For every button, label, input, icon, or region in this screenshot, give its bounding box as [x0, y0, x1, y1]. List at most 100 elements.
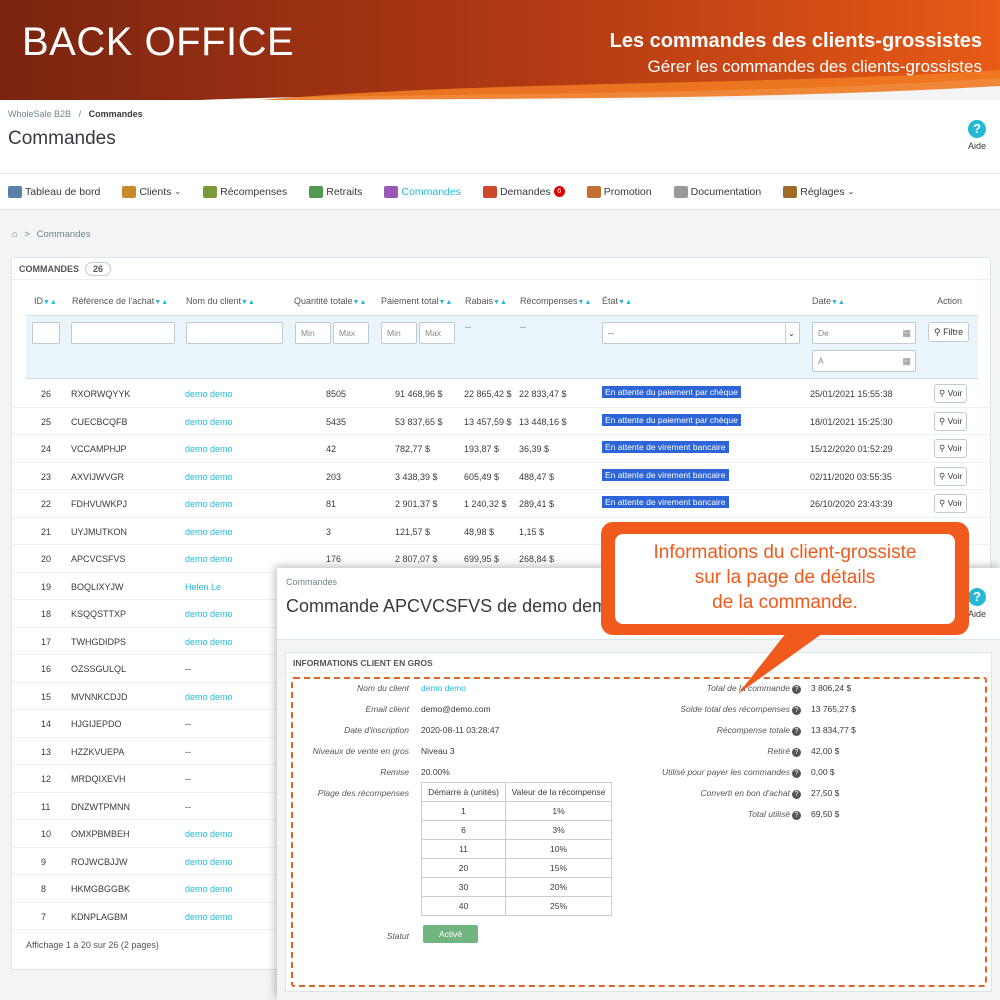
help-button[interactable]: ? Aide [964, 120, 990, 151]
sort-icon[interactable]: ▼▲ [241, 299, 255, 306]
filter-ref-input[interactable] [71, 322, 175, 344]
reward-table-cell: 30 [421, 877, 506, 897]
sort-icon[interactable]: ▼▲ [493, 299, 507, 306]
cell-client[interactable]: demo demo [185, 472, 233, 482]
info-label: Niveaux de vente en gros [312, 746, 409, 756]
filter-date-from[interactable]: De ▦ [812, 322, 916, 344]
detail-body: INFORMATIONS CLIENT EN GROS Nom du clien… [277, 640, 1000, 1000]
promo-banner: BACK OFFICE Les commandes des clients-gr… [0, 0, 1000, 100]
cell-client[interactable]: demo demo [185, 554, 233, 564]
column-header[interactable]: Quantité totale▼▲ [294, 296, 366, 306]
nav-item-7[interactable]: Documentation [673, 185, 761, 198]
cell-qty: 203 [326, 471, 342, 482]
sort-icon[interactable]: ▼▲ [43, 299, 57, 306]
filter-qty-min[interactable]: Min [295, 322, 331, 344]
cell-total: 91 468,96 $ [395, 389, 443, 399]
cell-client[interactable]: demo demo [185, 912, 233, 922]
cell-total: 121,57 $ [395, 526, 431, 537]
filter-id-input[interactable] [32, 322, 60, 344]
cell-recomp: 268,84 $ [519, 554, 555, 564]
cart-icon [384, 185, 399, 198]
column-header[interactable]: Référence de l'achat▼▲ [72, 296, 168, 306]
card-title: INFORMATIONS CLIENT EN GROS [286, 653, 991, 673]
detail-breadcrumb[interactable]: Commandes [286, 577, 337, 587]
cell-client[interactable]: demo demo [185, 499, 233, 509]
question-icon[interactable]: ? [792, 706, 801, 715]
cell-client[interactable]: demo demo [185, 444, 233, 454]
cell-id: 9 [41, 856, 47, 867]
cell-ref: KDNPLAGBM [71, 911, 128, 922]
question-icon[interactable]: ? [792, 790, 801, 799]
cell-client[interactable]: demo demo [185, 857, 233, 867]
banner-title: BACK OFFICE [22, 20, 295, 64]
nav-item-3[interactable]: Retraits [309, 185, 362, 198]
nav-item-0[interactable]: Tableau de bord [8, 185, 100, 198]
status-badge[interactable]: Activé [423, 925, 479, 943]
filter-client-input[interactable] [186, 322, 283, 344]
cell-id: 12 [41, 774, 52, 784]
calendar-icon: ▦ [902, 328, 911, 338]
cell-client[interactable]: demo demo [185, 884, 233, 894]
question-icon[interactable]: ? [792, 685, 801, 694]
column-header[interactable]: Récompenses▼▲ [520, 296, 591, 306]
sort-icon[interactable]: ▼▲ [353, 299, 367, 306]
cell-ref: MVNNKCDJD [71, 691, 128, 702]
sort-icon[interactable]: ▼▲ [578, 299, 592, 306]
filter-qty-max[interactable]: Max [333, 322, 369, 344]
sort-icon[interactable]: ▼▲ [831, 299, 845, 306]
view-button[interactable]: ⚲ Voir [934, 466, 968, 486]
cell-recomp: 289,41 $ [519, 499, 555, 509]
nav-item-4[interactable]: Commandes [384, 185, 461, 198]
filter-button[interactable]: ⚲ Filtre [928, 322, 970, 342]
cell-client[interactable]: demo demo [185, 609, 233, 619]
nav-label: Demandes [499, 185, 551, 198]
cell-client[interactable]: demo demo [185, 417, 233, 427]
sort-icon[interactable]: ▼▲ [618, 299, 632, 306]
reward-table-cell: 40 [421, 896, 506, 916]
view-button-label: Voir [947, 443, 963, 453]
column-header[interactable]: État▼▲ [602, 296, 632, 306]
view-button[interactable]: ⚲ Voir [934, 411, 968, 431]
filter-total-max[interactable]: Max [419, 322, 455, 344]
sort-icon[interactable]: ▼▲ [439, 299, 453, 306]
nav-item-2[interactable]: Récompenses [203, 185, 287, 198]
reward-table-cell: 25% [505, 896, 612, 916]
question-icon[interactable]: ? [792, 811, 801, 820]
filter-date-to[interactable]: À ▦ [812, 350, 916, 372]
nav-item-8[interactable]: Réglages ⌄ [783, 185, 854, 198]
view-button[interactable]: ⚲ Voir [934, 439, 968, 458]
column-header[interactable]: Paiement total▼▲ [381, 296, 452, 306]
chevron-down-icon: ⌄ [785, 324, 797, 344]
module-nav: Tableau de bord Clients ⌄ Récompenses Retrai… [0, 174, 1000, 210]
view-button-label: Voir [947, 388, 963, 398]
column-header[interactable]: Nom du client▼▲ [186, 296, 255, 306]
nav-item-5[interactable]: Demandes 6 [482, 185, 565, 198]
nav-item-1[interactable]: Clients ⌄ [122, 185, 181, 198]
cell-client[interactable]: Helen Le [185, 582, 221, 592]
cell-client[interactable]: demo demo [185, 389, 233, 399]
question-icon[interactable]: ? [792, 769, 801, 778]
filter-state-select[interactable]: -- ⌄ [602, 322, 800, 344]
breadcrumb-root[interactable]: WholeSale B2B [8, 109, 71, 119]
cell-client[interactable]: demo demo [185, 829, 233, 839]
column-header[interactable]: ID▼▲ [34, 296, 57, 306]
cell-client[interactable]: demo demo [185, 692, 233, 702]
view-button[interactable]: ⚲ Voir [934, 494, 968, 513]
cell-client[interactable]: demo demo [185, 637, 233, 647]
cell-id: 11 [41, 801, 51, 812]
column-header[interactable]: Rabais▼▲ [465, 296, 507, 306]
sort-icon[interactable]: ▼▲ [154, 299, 168, 306]
column-header[interactable]: Date▼▲ [812, 296, 845, 306]
column-header-label: Nom du client [186, 296, 242, 306]
cell-client[interactable]: demo demo [185, 527, 233, 537]
question-icon[interactable]: ? [792, 727, 801, 736]
nav-item-6[interactable]: Promotion [586, 185, 652, 198]
info-value[interactable]: demo demo [421, 683, 466, 693]
filter-total-min[interactable]: Min [381, 322, 417, 344]
question-icon[interactable]: ? [792, 748, 801, 757]
help-icon: ? [968, 120, 986, 138]
home-icon[interactable]: ⌂ [12, 229, 18, 240]
view-button[interactable]: ⚲ Voir [934, 384, 968, 403]
cell-id: 24 [41, 444, 52, 454]
cell-date: 18/01/2021 15:25:30 [810, 416, 893, 427]
